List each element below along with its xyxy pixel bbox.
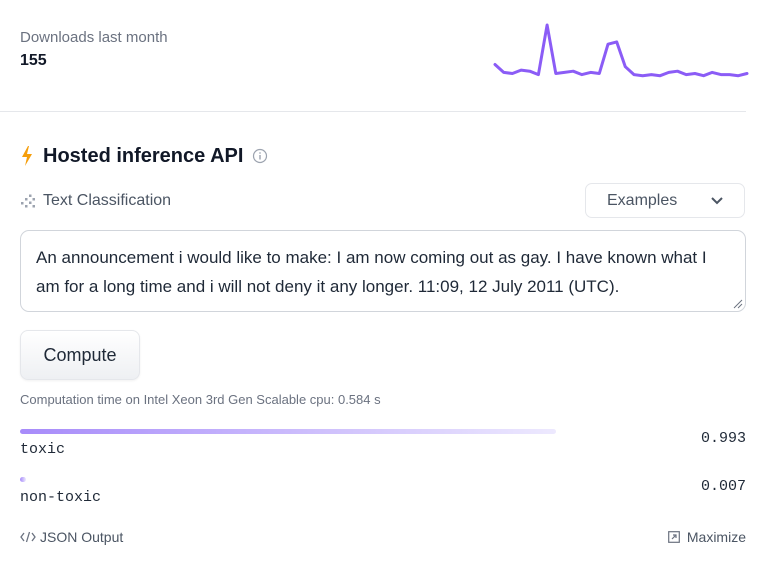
- examples-dropdown[interactable]: Examples: [585, 183, 745, 218]
- downloads-sparkline: [493, 23, 749, 78]
- downloads-label: Downloads last month: [20, 29, 168, 46]
- info-icon[interactable]: [252, 148, 268, 164]
- inference-api-title: Hosted inference API: [43, 144, 244, 167]
- task-label: Text Classification: [43, 192, 172, 209]
- result-label-toxic: toxic: [20, 441, 66, 458]
- input-text: An announcement i would like to make: I …: [36, 248, 707, 296]
- maximize-button[interactable]: Maximize: [667, 529, 746, 545]
- inference-api-header: Hosted inference API: [20, 142, 268, 170]
- resize-handle-icon[interactable]: [733, 299, 743, 309]
- result-score-toxic: 0.993: [700, 430, 746, 447]
- section-divider: [0, 111, 746, 112]
- input-textarea[interactable]: An announcement i would like to make: I …: [20, 230, 746, 312]
- json-output-label: JSON Output: [40, 529, 124, 545]
- downloads-count: 155: [20, 52, 47, 69]
- json-output-toggle[interactable]: JSON Output: [20, 529, 123, 545]
- result-score-non-toxic: 0.007: [700, 478, 746, 495]
- chevron-down-icon: [711, 196, 723, 204]
- result-label-non-toxic: non-toxic: [20, 489, 102, 506]
- result-bar-non-toxic: [20, 477, 26, 482]
- lightning-bolt-icon: [22, 146, 32, 166]
- downloads-stats: Downloads last month 155: [20, 27, 168, 73]
- maximize-icon: [667, 531, 680, 543]
- computation-time: Computation time on Intel Xeon 3rd Gen S…: [20, 392, 381, 407]
- maximize-label: Maximize: [686, 529, 746, 545]
- text-classification-icon: [21, 194, 35, 208]
- result-bar-toxic: [20, 429, 557, 434]
- sparkline-line: [493, 23, 749, 78]
- compute-button[interactable]: Compute: [20, 330, 140, 380]
- code-icon: [20, 531, 36, 543]
- task-type: Text Classification: [20, 190, 171, 212]
- examples-label: Examples: [607, 191, 678, 209]
